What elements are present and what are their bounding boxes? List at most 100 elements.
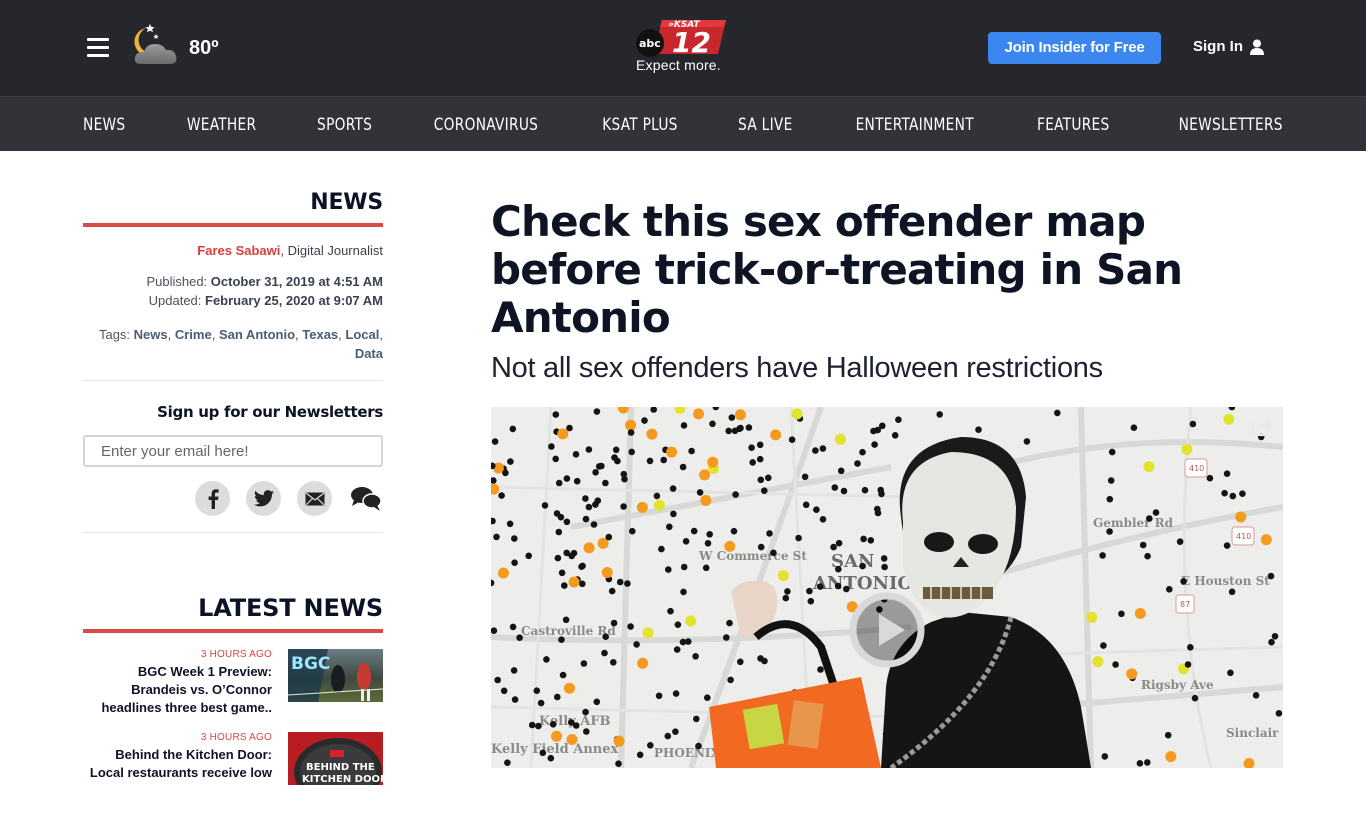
map-dot xyxy=(874,505,881,513)
newsletter-email-input[interactable] xyxy=(83,435,383,467)
map-dot xyxy=(975,426,982,433)
map-dot xyxy=(563,518,571,526)
hamburger-menu-button[interactable] xyxy=(87,38,109,58)
map-dot xyxy=(660,456,667,464)
map-dot xyxy=(1126,668,1138,680)
latest-news-item[interactable]: 3 HOURS AGO Behind the Kitchen Door: Loc… xyxy=(83,732,383,815)
map-label: Gembler Rd xyxy=(1093,516,1174,530)
nav-item-news[interactable]: NEWS xyxy=(83,115,125,135)
map-dot xyxy=(761,487,768,494)
halloween-map-image: SAN ANTONIO W Commerce St Castroville Rd… xyxy=(491,407,1283,768)
map-dot xyxy=(1267,572,1275,580)
map-dot xyxy=(840,487,848,495)
map-dot xyxy=(1275,710,1283,717)
map-dot xyxy=(667,607,674,615)
nav-item-entertainment[interactable]: ENTERTAINMENT xyxy=(855,115,973,135)
map-dot xyxy=(558,636,565,643)
map-dot xyxy=(707,456,719,468)
map-dot xyxy=(610,659,617,666)
comments-button[interactable] xyxy=(348,481,383,516)
tag-link[interactable]: San Antonio xyxy=(219,327,295,342)
map-dot xyxy=(690,527,698,535)
map-dot xyxy=(728,414,736,421)
sign-in-link[interactable]: Sign In xyxy=(1193,38,1265,55)
map-dot xyxy=(510,667,518,674)
author-link[interactable]: Fares Sabawi xyxy=(197,243,280,258)
tag-link[interactable]: Local xyxy=(345,327,379,342)
news-thumbnail[interactable]: BGC xyxy=(288,649,383,702)
section-title[interactable]: NEWS xyxy=(83,190,383,215)
map-dot xyxy=(500,687,508,695)
svg-text:12: 12 xyxy=(672,26,711,58)
map-dot xyxy=(613,735,625,747)
comments-icon xyxy=(350,486,382,511)
map-dot xyxy=(895,416,902,423)
twitter-share-button[interactable] xyxy=(246,481,281,516)
map-dot xyxy=(1144,759,1151,766)
tags-label: Tags: xyxy=(98,327,134,342)
map-dot xyxy=(870,427,877,435)
map-dot xyxy=(816,583,824,590)
nav-item-weather[interactable]: WEATHER xyxy=(187,115,256,135)
map-dot xyxy=(653,499,665,511)
map-dot xyxy=(1023,438,1031,445)
nav-item-features[interactable]: FEATURES xyxy=(1037,115,1109,135)
nav-item-coronavirus[interactable]: CORONAVIRUS xyxy=(434,115,538,135)
map-dot xyxy=(1106,528,1113,535)
map-dot xyxy=(871,441,878,448)
hero-video-thumbnail[interactable]: SAN ANTONIO W Commerce St Castroville Rd… xyxy=(491,407,1283,768)
nav-item-ksat-plus[interactable]: KSAT PLUS xyxy=(602,115,678,135)
map-dot xyxy=(748,444,755,451)
weather-widget[interactable]: 80º xyxy=(132,22,232,72)
nav-item-newsletters[interactable]: NEWSLETTERS xyxy=(1179,115,1283,135)
share-icon[interactable] xyxy=(1250,414,1274,438)
map-dot xyxy=(693,715,700,723)
map-dot xyxy=(1227,669,1234,677)
news-thumbnail[interactable]: BEHIND THE KITCHEN DOOR xyxy=(288,732,383,785)
updated-label: Updated: xyxy=(148,293,205,308)
facebook-share-button[interactable] xyxy=(195,481,230,516)
map-dot xyxy=(543,656,550,663)
map-dot xyxy=(655,692,663,700)
nav-item-sports[interactable]: SPORTS xyxy=(317,115,372,135)
email-share-button[interactable] xyxy=(297,481,332,516)
map-dot xyxy=(706,531,713,538)
tag-link[interactable]: News xyxy=(134,327,168,342)
nav-item-sa-live[interactable]: SA LIVE xyxy=(738,115,793,135)
news-headline[interactable]: Behind the Kitchen Door: Local restauran… xyxy=(83,746,272,782)
map-dot xyxy=(636,501,648,513)
map-label: Kelly Field Annex xyxy=(491,742,618,757)
map-dot xyxy=(547,754,555,762)
newsletter-title: Sign up for our Newsletters xyxy=(157,403,383,421)
tag-link[interactable]: Data xyxy=(355,346,383,361)
map-dot xyxy=(573,477,581,485)
map-dot xyxy=(1181,443,1193,455)
map-dot xyxy=(669,485,677,492)
map-dot xyxy=(1144,552,1151,560)
join-insider-button[interactable]: Join Insider for Free xyxy=(988,32,1161,64)
news-headline[interactable]: BGC Week 1 Preview: Brandeis vs. O’Conno… xyxy=(83,663,272,717)
map-dot xyxy=(511,696,519,703)
map-dot xyxy=(1221,489,1228,497)
tag-link[interactable]: Crime xyxy=(175,327,212,342)
latest-news-item[interactable]: 3 HOURS AGO BGC Week 1 Preview: Brandeis… xyxy=(83,649,383,732)
map-dot xyxy=(788,436,796,443)
map-dot xyxy=(777,570,789,582)
map-dot xyxy=(1223,413,1235,425)
ksat-logo[interactable]: »KSAT 12 abc Expect more. xyxy=(632,18,732,78)
map-dot xyxy=(672,690,680,697)
tag-link[interactable]: Texas xyxy=(302,327,338,342)
thumb-text: BGC xyxy=(291,654,330,674)
map-dot xyxy=(583,728,590,735)
map-dot xyxy=(1191,694,1199,702)
map-dot xyxy=(494,676,501,684)
play-video-button[interactable] xyxy=(847,590,927,670)
map-dot xyxy=(553,510,561,517)
map-dot xyxy=(509,425,517,433)
map-dot xyxy=(756,455,764,463)
map-dot xyxy=(672,728,679,735)
map-dot xyxy=(693,408,704,420)
map-label: W Commerce St xyxy=(698,549,807,563)
map-dot xyxy=(704,540,712,547)
map-dot xyxy=(680,563,688,571)
